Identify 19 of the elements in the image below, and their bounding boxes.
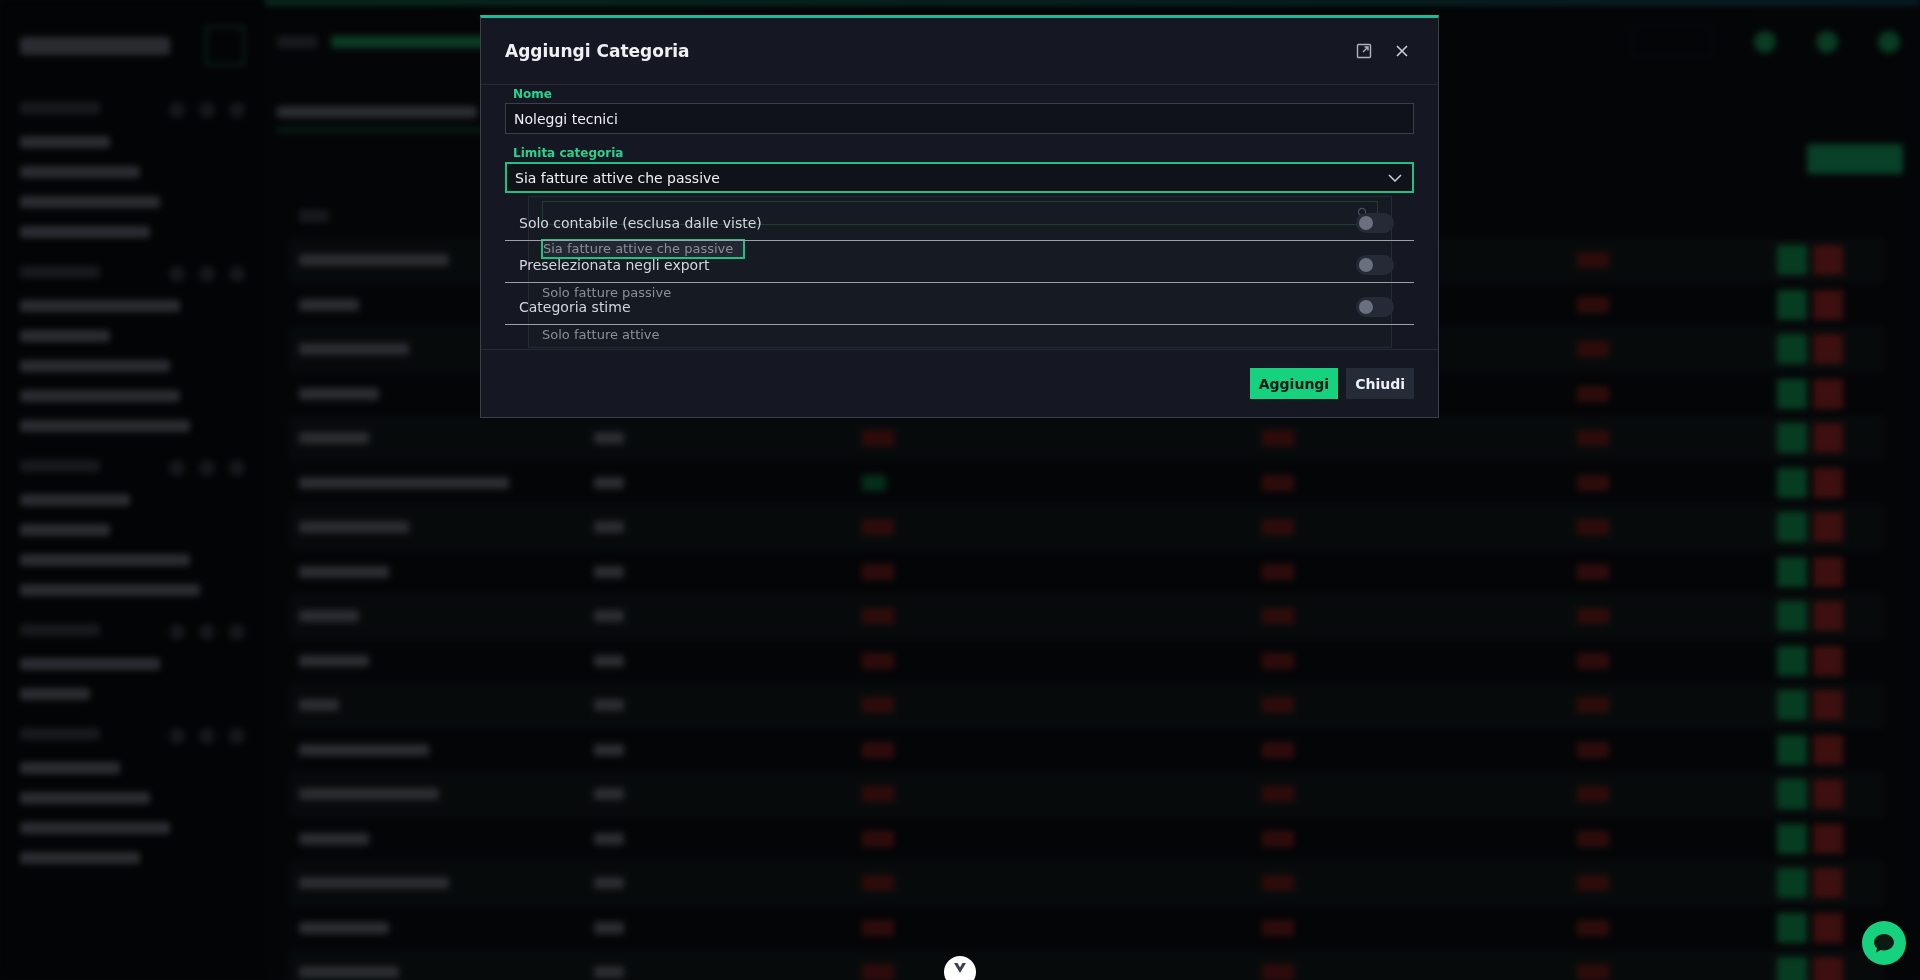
field-label: Nome [512, 86, 553, 103]
name-input[interactable]: Noleggi tecnici [505, 103, 1414, 134]
chevron-down-icon [1388, 173, 1402, 182]
add-button[interactable]: Aggiungi [1249, 368, 1339, 399]
toggle-label: Categoria stime [519, 298, 631, 315]
chat-bubble-icon [1872, 932, 1896, 954]
close-button[interactable]: Chiudi [1346, 368, 1414, 399]
chevron-logo-icon [953, 962, 967, 974]
dropdown-option[interactable]: Sia fatture attive che passive [541, 239, 746, 259]
toggle-switch[interactable] [1356, 212, 1394, 233]
toggle-label: Preselezionata negli export [519, 256, 710, 273]
toggle-switch[interactable] [1356, 296, 1394, 317]
field-label: Limita categoria [512, 145, 625, 162]
dropdown-option[interactable]: Solo fatture attive [542, 327, 660, 343]
toggle-switch[interactable] [1356, 254, 1394, 275]
category-select[interactable]: Sia fatture attive che passive [505, 162, 1414, 193]
toggle-label: Solo contabile (esclusa dalle viste) [519, 214, 762, 231]
dialog-title: Aggiungi Categoria [505, 41, 690, 61]
dropdown-option[interactable]: Solo fatture passive [542, 285, 672, 301]
